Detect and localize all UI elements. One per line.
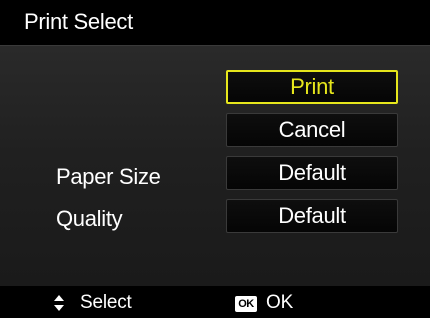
footer-hint-bar: Select OK OK <box>0 287 430 318</box>
ok-button-icon: OK <box>235 296 257 312</box>
quality-label: Quality <box>56 206 123 231</box>
select-hint-label: Select <box>80 292 132 313</box>
page-title: Print Select <box>24 9 133 34</box>
paper-size-label: Paper Size <box>56 164 161 189</box>
title-bar: Print Select <box>0 0 430 46</box>
paper-size-selector[interactable]: Default <box>226 156 398 190</box>
up-down-arrows-icon <box>54 295 64 311</box>
print-button[interactable]: Print <box>226 70 398 104</box>
quality-selector[interactable]: Default <box>226 199 398 233</box>
cancel-button[interactable]: Cancel <box>226 113 398 147</box>
ok-hint-label: OK <box>266 292 294 313</box>
print-select-screen: Print Select Print Cancel Paper Size Def… <box>0 0 430 318</box>
